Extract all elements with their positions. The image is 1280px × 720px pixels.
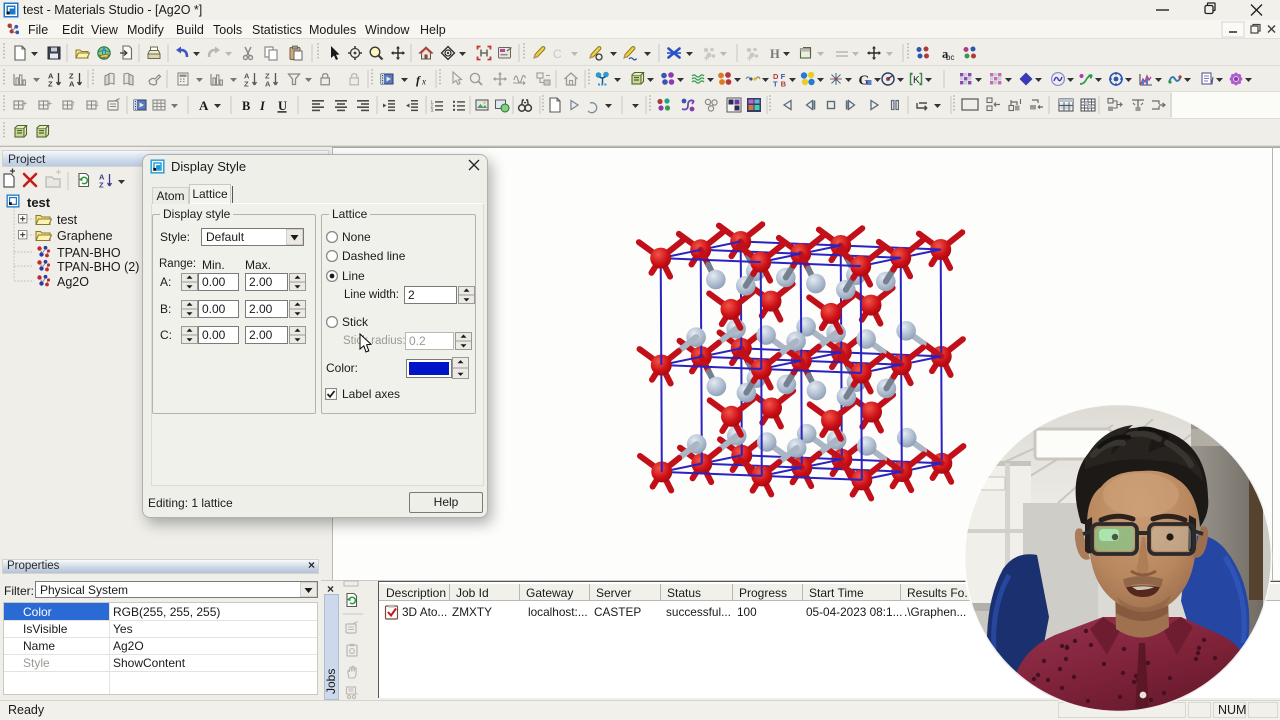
svg-text:I: I [259, 99, 266, 113]
svg-text:B: B [781, 80, 787, 89]
svg-text:f: f [416, 73, 421, 87]
svg-text:B: B [242, 99, 250, 113]
svg-text:U: U [278, 99, 287, 113]
svg-text:A: A [199, 98, 209, 113]
svg-text:3.: 3. [431, 108, 435, 113]
svg-text:K: K [913, 75, 920, 86]
svg-text:↑: ↑ [72, 99, 76, 108]
svg-text:bc: bc [946, 53, 954, 62]
svg-text:↓: ↓ [96, 99, 100, 108]
svg-text:+: + [23, 99, 28, 108]
svg-text:Z: Z [48, 80, 53, 89]
svg-text:H: H [770, 47, 780, 61]
svg-text:Z: Z [244, 80, 249, 89]
svg-text:T: T [773, 80, 778, 89]
svg-text:A: A [69, 80, 75, 89]
svg-text:A: A [265, 80, 271, 89]
svg-text:x: x [421, 77, 426, 87]
svg-text:+: + [48, 99, 53, 108]
svg-text:C: C [553, 47, 562, 61]
